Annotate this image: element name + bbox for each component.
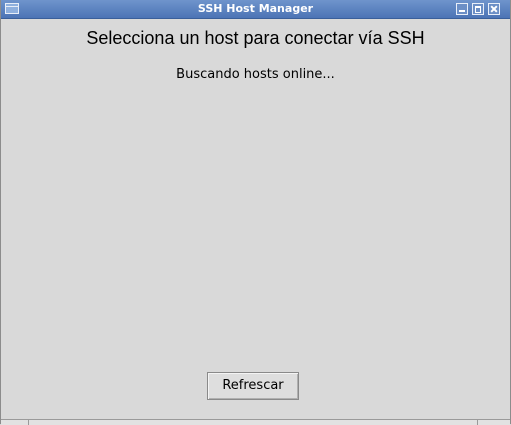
refresh-button[interactable]: Refrescar — [207, 372, 299, 400]
page-heading: Selecciona un host para conectar vía SSH — [86, 28, 425, 48]
title-bar[interactable]: SSH Host Manager — [1, 0, 510, 19]
resize-grip-right[interactable] — [477, 420, 478, 425]
close-icon[interactable] — [488, 3, 500, 15]
resize-grip-left[interactable] — [28, 420, 29, 425]
window-bottom-border — [1, 419, 510, 425]
status-text: Buscando hosts online... — [176, 67, 335, 82]
app-window: SSH Host Manager Selecciona un host para… — [0, 0, 511, 425]
window-title: SSH Host Manager — [197, 2, 314, 15]
maximize-icon[interactable] — [472, 3, 484, 15]
minimize-icon[interactable] — [456, 3, 468, 15]
